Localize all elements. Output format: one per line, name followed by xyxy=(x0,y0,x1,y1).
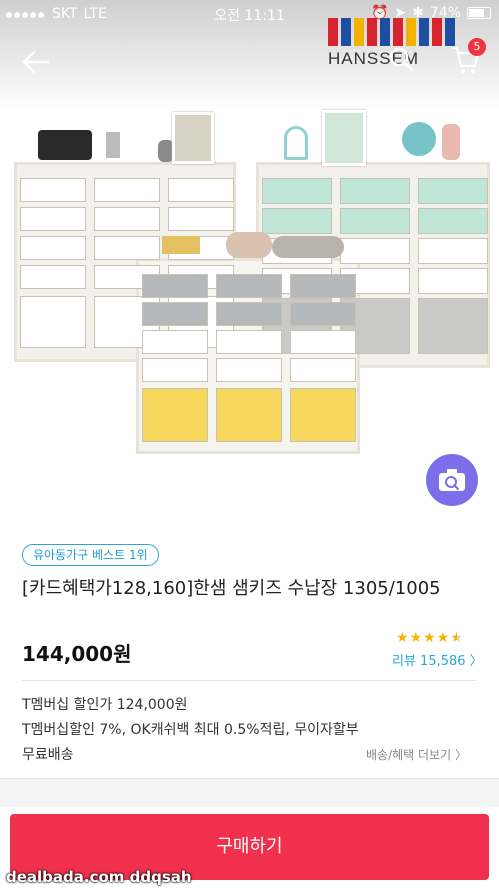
drawer xyxy=(290,330,356,354)
brand-logo-bars xyxy=(328,18,470,46)
brand-logo-bar xyxy=(380,18,390,46)
clock-decor xyxy=(402,122,436,156)
drawer xyxy=(418,238,488,264)
drawer xyxy=(340,178,410,204)
drawer xyxy=(418,208,488,234)
review-link[interactable]: 리뷰 15,586 〉 xyxy=(392,650,483,669)
drawer xyxy=(142,302,208,326)
battery-icon xyxy=(467,7,491,19)
drawer xyxy=(262,208,332,234)
drawer xyxy=(418,178,488,204)
drawer xyxy=(340,238,410,264)
drawer xyxy=(20,178,86,202)
drawer xyxy=(142,330,208,354)
search-button[interactable] xyxy=(388,46,414,76)
drawer xyxy=(262,178,332,204)
brand-logo-bar xyxy=(354,18,364,46)
drawer xyxy=(216,274,282,298)
brand-logo-bar xyxy=(341,18,351,46)
drawer xyxy=(290,358,356,382)
cart-button[interactable]: 5 xyxy=(450,38,486,76)
watermark-text: dealbada.com ddqsah xyxy=(6,868,192,886)
plush-toy-decor xyxy=(272,236,344,258)
book-decor xyxy=(162,236,200,254)
drawer xyxy=(216,358,282,382)
divider xyxy=(22,680,477,681)
rating-stars-text: ★★★★★ xyxy=(396,630,464,646)
drawer xyxy=(290,302,356,326)
brand-logo-bar xyxy=(406,18,416,46)
shipping-text: 무료배송 xyxy=(22,747,74,763)
benefits-text: T멤버십할인 7%, OK캐쉬백 최대 0.5%적립, 무이자할부 xyxy=(22,722,359,738)
cart-count-badge: 5 xyxy=(468,38,486,56)
drawer xyxy=(216,302,282,326)
member-price: T멤버십 할인가 124,000원 xyxy=(22,697,188,713)
brand-logo-bar xyxy=(432,18,442,46)
arrow-left-icon xyxy=(22,50,50,74)
brand-logo-bar xyxy=(445,18,455,46)
drawer xyxy=(20,296,86,348)
pen-holder-decor xyxy=(106,132,120,158)
section-separator xyxy=(0,778,499,807)
product-title: [카드혜택가128,160]한샘 샘키즈 수납장 1305/1005 xyxy=(22,578,441,599)
drawer xyxy=(168,207,234,231)
drawer xyxy=(142,274,208,298)
drawer xyxy=(94,207,160,231)
drawer xyxy=(216,330,282,354)
camera-search-icon xyxy=(439,469,465,491)
drawer xyxy=(20,265,86,289)
drawer xyxy=(418,298,488,354)
drawer xyxy=(216,388,282,442)
photo-frame-decor xyxy=(172,112,214,164)
top-nav: HANSSEM 5 xyxy=(0,18,499,84)
rating-stars: ★★★★★ xyxy=(396,630,464,646)
toy-decor xyxy=(226,232,272,258)
lamp-decor xyxy=(284,126,308,160)
drawer xyxy=(142,388,208,442)
drawer xyxy=(94,178,160,202)
search-icon xyxy=(389,47,414,72)
deer-decor xyxy=(442,124,460,160)
brand-logo-bar xyxy=(367,18,377,46)
drawer xyxy=(94,236,160,260)
brand-logo-bar xyxy=(419,18,429,46)
product-price: 144,000원 xyxy=(22,642,132,666)
drawer xyxy=(340,208,410,234)
radio-decor xyxy=(38,130,92,160)
drawer xyxy=(290,388,356,442)
more-benefits-link[interactable]: 배송/혜택 더보기 〉 xyxy=(366,746,467,763)
drawer xyxy=(290,274,356,298)
brand-logo-bar xyxy=(328,18,338,46)
drawer xyxy=(168,178,234,202)
drawer xyxy=(142,358,208,382)
rank-badge[interactable]: 유아동가구 베스트 1위 xyxy=(22,544,159,566)
back-button[interactable] xyxy=(20,46,52,78)
picture-frame-decor xyxy=(322,110,366,166)
drawer xyxy=(20,236,86,260)
image-search-button[interactable] xyxy=(426,454,478,506)
brand-logo-bar xyxy=(393,18,403,46)
drawer xyxy=(418,268,488,294)
drawer xyxy=(20,207,86,231)
